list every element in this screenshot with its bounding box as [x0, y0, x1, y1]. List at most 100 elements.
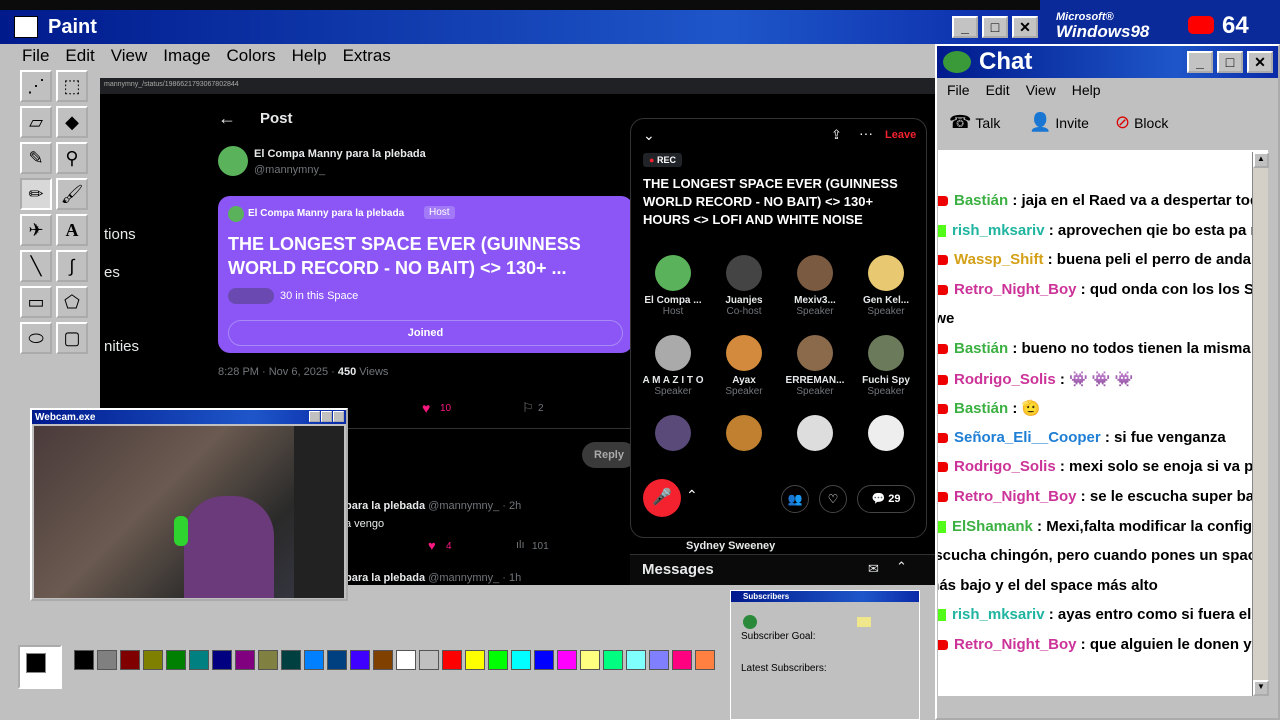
polygon-icon[interactable]: ⬠	[56, 286, 88, 318]
expand-icon[interactable]: ⌃	[896, 559, 907, 575]
palette-swatch[interactable]	[557, 650, 577, 670]
chat-username[interactable]: Retro_Night_Boy	[954, 636, 1077, 653]
brush-icon[interactable]: 🖌	[56, 178, 88, 210]
back-arrow-icon[interactable]: ←	[218, 108, 236, 129]
menu-edit[interactable]: Edit	[57, 46, 102, 66]
maximize-button[interactable]	[321, 411, 332, 422]
palette-swatch[interactable]	[74, 650, 94, 670]
collapse-icon[interactable]: ⌄	[643, 127, 655, 144]
more-icon[interactable]: ···	[859, 125, 873, 141]
magnifier-icon[interactable]: ⚲	[56, 142, 88, 174]
line-icon[interactable]: ╲	[20, 250, 52, 282]
select-icon[interactable]: ⬚	[56, 70, 88, 102]
maximize-button[interactable]: □	[982, 16, 1008, 38]
chat-menu-edit[interactable]: Edit	[978, 82, 1018, 98]
chat-username[interactable]: Bastián	[954, 340, 1008, 357]
speaker-item[interactable]	[708, 415, 780, 455]
menu-colors[interactable]: Colors	[219, 46, 284, 66]
menu-view[interactable]: View	[103, 46, 156, 66]
chat-username[interactable]: Rodrigo_Solis	[954, 371, 1056, 388]
palette-swatch[interactable]	[672, 650, 692, 670]
close-button[interactable]: ✕	[1247, 51, 1273, 73]
menu-extras[interactable]: Extras	[335, 46, 399, 66]
text-icon[interactable]: A	[56, 214, 88, 246]
reply-heart-icon[interactable]: ♥	[428, 538, 436, 553]
space-card[interactable]: El Compa Manny para la plebada Host THE …	[218, 196, 633, 353]
palette-swatch[interactable]	[603, 650, 623, 670]
author-avatar[interactable]	[218, 146, 248, 176]
palette-swatch[interactable]	[304, 650, 324, 670]
current-color[interactable]	[18, 645, 62, 689]
chat-menu-help[interactable]: Help	[1064, 82, 1109, 98]
speaker-item[interactable]: Fuchi Spy Speaker	[850, 335, 922, 397]
curve-icon[interactable]: ∫	[56, 250, 88, 282]
palette-swatch[interactable]	[465, 650, 485, 670]
minimize-button[interactable]: _	[1187, 51, 1213, 73]
chat-username[interactable]: ElShamank	[952, 518, 1033, 535]
color-picker-icon[interactable]: ✎	[20, 142, 52, 174]
palette-swatch[interactable]	[649, 650, 669, 670]
chat-scrollbar[interactable]: ▲ ▼	[1252, 152, 1269, 696]
chevron-up-icon[interactable]: ⌃	[686, 487, 698, 504]
palette-swatch[interactable]	[695, 650, 715, 670]
bookmark-icon[interactable]: ⚐	[522, 400, 534, 416]
palette-swatch[interactable]	[488, 650, 508, 670]
eraser-icon[interactable]: ▱	[20, 106, 52, 138]
minimize-button[interactable]: _	[952, 16, 978, 38]
chat-username[interactable]: Bastián	[954, 400, 1008, 417]
palette-swatch[interactable]	[189, 650, 209, 670]
chat-username[interactable]: rish_mksariv	[952, 222, 1045, 239]
palette-swatch[interactable]	[626, 650, 646, 670]
leave-button[interactable]: Leave	[885, 129, 916, 141]
speaker-item[interactable]: A M A Z I T O Speaker	[637, 335, 709, 397]
nav-item[interactable]: nities	[104, 338, 139, 355]
palette-swatch[interactable]	[166, 650, 186, 670]
chat-username[interactable]: rish_mksariv	[952, 606, 1045, 623]
invite-button[interactable]: 👤 Invite	[1029, 112, 1089, 133]
speaker-item[interactable]: Ayax Speaker	[708, 335, 780, 397]
palette-swatch[interactable]	[258, 650, 278, 670]
speaker-item[interactable]	[779, 415, 851, 455]
rectangle-icon[interactable]: ▭	[20, 286, 52, 318]
palette-swatch[interactable]	[534, 650, 554, 670]
chat-username[interactable]: Rodrigo_Solis	[954, 458, 1056, 475]
speaker-item[interactable]: Mexiv3... Speaker	[779, 255, 851, 317]
pencil-icon[interactable]: ✏	[20, 178, 52, 210]
author-handle[interactable]: @mannymny_	[254, 164, 325, 176]
reply-button[interactable]: Reply	[582, 442, 636, 468]
palette-swatch[interactable]	[120, 650, 140, 670]
menu-help[interactable]: Help	[284, 46, 335, 66]
ellipse-icon[interactable]: ⬭	[20, 322, 52, 354]
speaker-item[interactable]: Gen Kel... Speaker	[850, 255, 922, 317]
nav-item[interactable]: es	[104, 264, 120, 281]
speaker-item[interactable]	[850, 415, 922, 455]
people-icon[interactable]: 👥	[781, 485, 809, 513]
free-select-icon[interactable]: ⋰	[20, 70, 52, 102]
scroll-down-button[interactable]: ▼	[1253, 680, 1269, 696]
author-name[interactable]: El Compa Manny para la plebada	[254, 148, 426, 160]
talk-button[interactable]: ☎ Talk	[949, 112, 1000, 133]
chat-username[interactable]: Señora_Eli__Cooper	[954, 429, 1101, 446]
chat-username[interactable]: Retro_Night_Boy	[954, 281, 1077, 298]
maximize-button[interactable]: □	[1217, 51, 1243, 73]
chat-username[interactable]: Retro_Night_Boy	[954, 488, 1077, 505]
reaction-icon[interactable]: ♡	[819, 485, 847, 513]
compose-message-icon[interactable]: ✉	[868, 561, 879, 577]
palette-swatch[interactable]	[350, 650, 370, 670]
mic-button[interactable]: 🎤	[643, 479, 681, 517]
messages-bar[interactable]: Messages ✉ ⌃	[630, 554, 935, 585]
palette-swatch[interactable]	[281, 650, 301, 670]
joined-button[interactable]: Joined	[228, 320, 623, 346]
close-button[interactable]	[333, 411, 344, 422]
palette-swatch[interactable]	[396, 650, 416, 670]
heart-icon[interactable]: ♥	[422, 400, 430, 416]
palette-swatch[interactable]	[580, 650, 600, 670]
nav-item[interactable]: tions	[104, 226, 136, 243]
comments-button[interactable]: 💬 29	[857, 485, 915, 513]
palette-swatch[interactable]	[97, 650, 117, 670]
speaker-item[interactable]: Juanjes Co-host	[708, 255, 780, 317]
fill-icon[interactable]: ◆	[56, 106, 88, 138]
palette-swatch[interactable]	[235, 650, 255, 670]
minimize-button[interactable]	[309, 411, 320, 422]
share-icon[interactable]: ⇪	[831, 127, 842, 143]
